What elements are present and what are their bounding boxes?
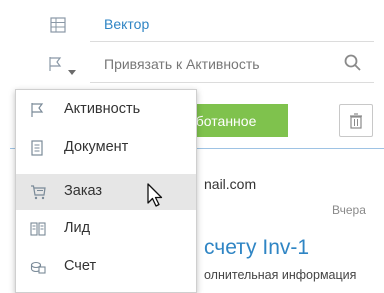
menu-item-lead[interactable]: Лид [16, 211, 196, 247]
vector-field-underline [90, 41, 374, 42]
lead-icon [30, 221, 46, 237]
trash-icon [350, 113, 362, 129]
menu-item-order[interactable]: Заказ [16, 174, 196, 210]
cart-icon [30, 184, 46, 200]
contact-email: nail.com [204, 176, 257, 192]
delete-button[interactable] [339, 104, 373, 137]
flag-icon-svg [49, 57, 62, 71]
menu-item-document[interactable]: Документ [16, 130, 196, 166]
search-icon[interactable] [344, 54, 362, 77]
search-icon-svg [344, 54, 361, 71]
invoice-icon [30, 259, 46, 275]
record-title[interactable]: счету Inv-1 [204, 236, 309, 260]
processed-button-label: аботанное [188, 113, 257, 129]
flag-icon [30, 102, 46, 118]
activity-date: Вчера [332, 203, 366, 217]
menu-item-label: Счет [64, 258, 97, 274]
flag-icon[interactable] [48, 56, 62, 77]
vector-link[interactable]: Вектор [104, 16, 149, 32]
bind-field-underline [90, 82, 374, 83]
grid-icon [50, 17, 66, 37]
menu-item-activity[interactable]: Активность [16, 92, 196, 128]
mouse-cursor-icon [146, 183, 166, 209]
menu-item-label: Документ [64, 139, 129, 155]
chevron-down-icon[interactable] [68, 62, 76, 80]
menu-item-label: Заказ [64, 183, 103, 199]
chevron-down-svg [68, 70, 76, 75]
menu-item-label: Активность [64, 101, 141, 117]
entity-type-menu: Активность Документ Заказ Лид Счет [15, 89, 197, 293]
menu-item-label: Лид [64, 220, 91, 236]
grid-icon-svg [50, 17, 66, 33]
bind-activity-input[interactable]: Привязать к Активность [104, 56, 260, 72]
additional-info-label: олнительная информация [204, 268, 357, 282]
document-icon [30, 140, 46, 156]
menu-item-invoice[interactable]: Счет [16, 249, 196, 285]
